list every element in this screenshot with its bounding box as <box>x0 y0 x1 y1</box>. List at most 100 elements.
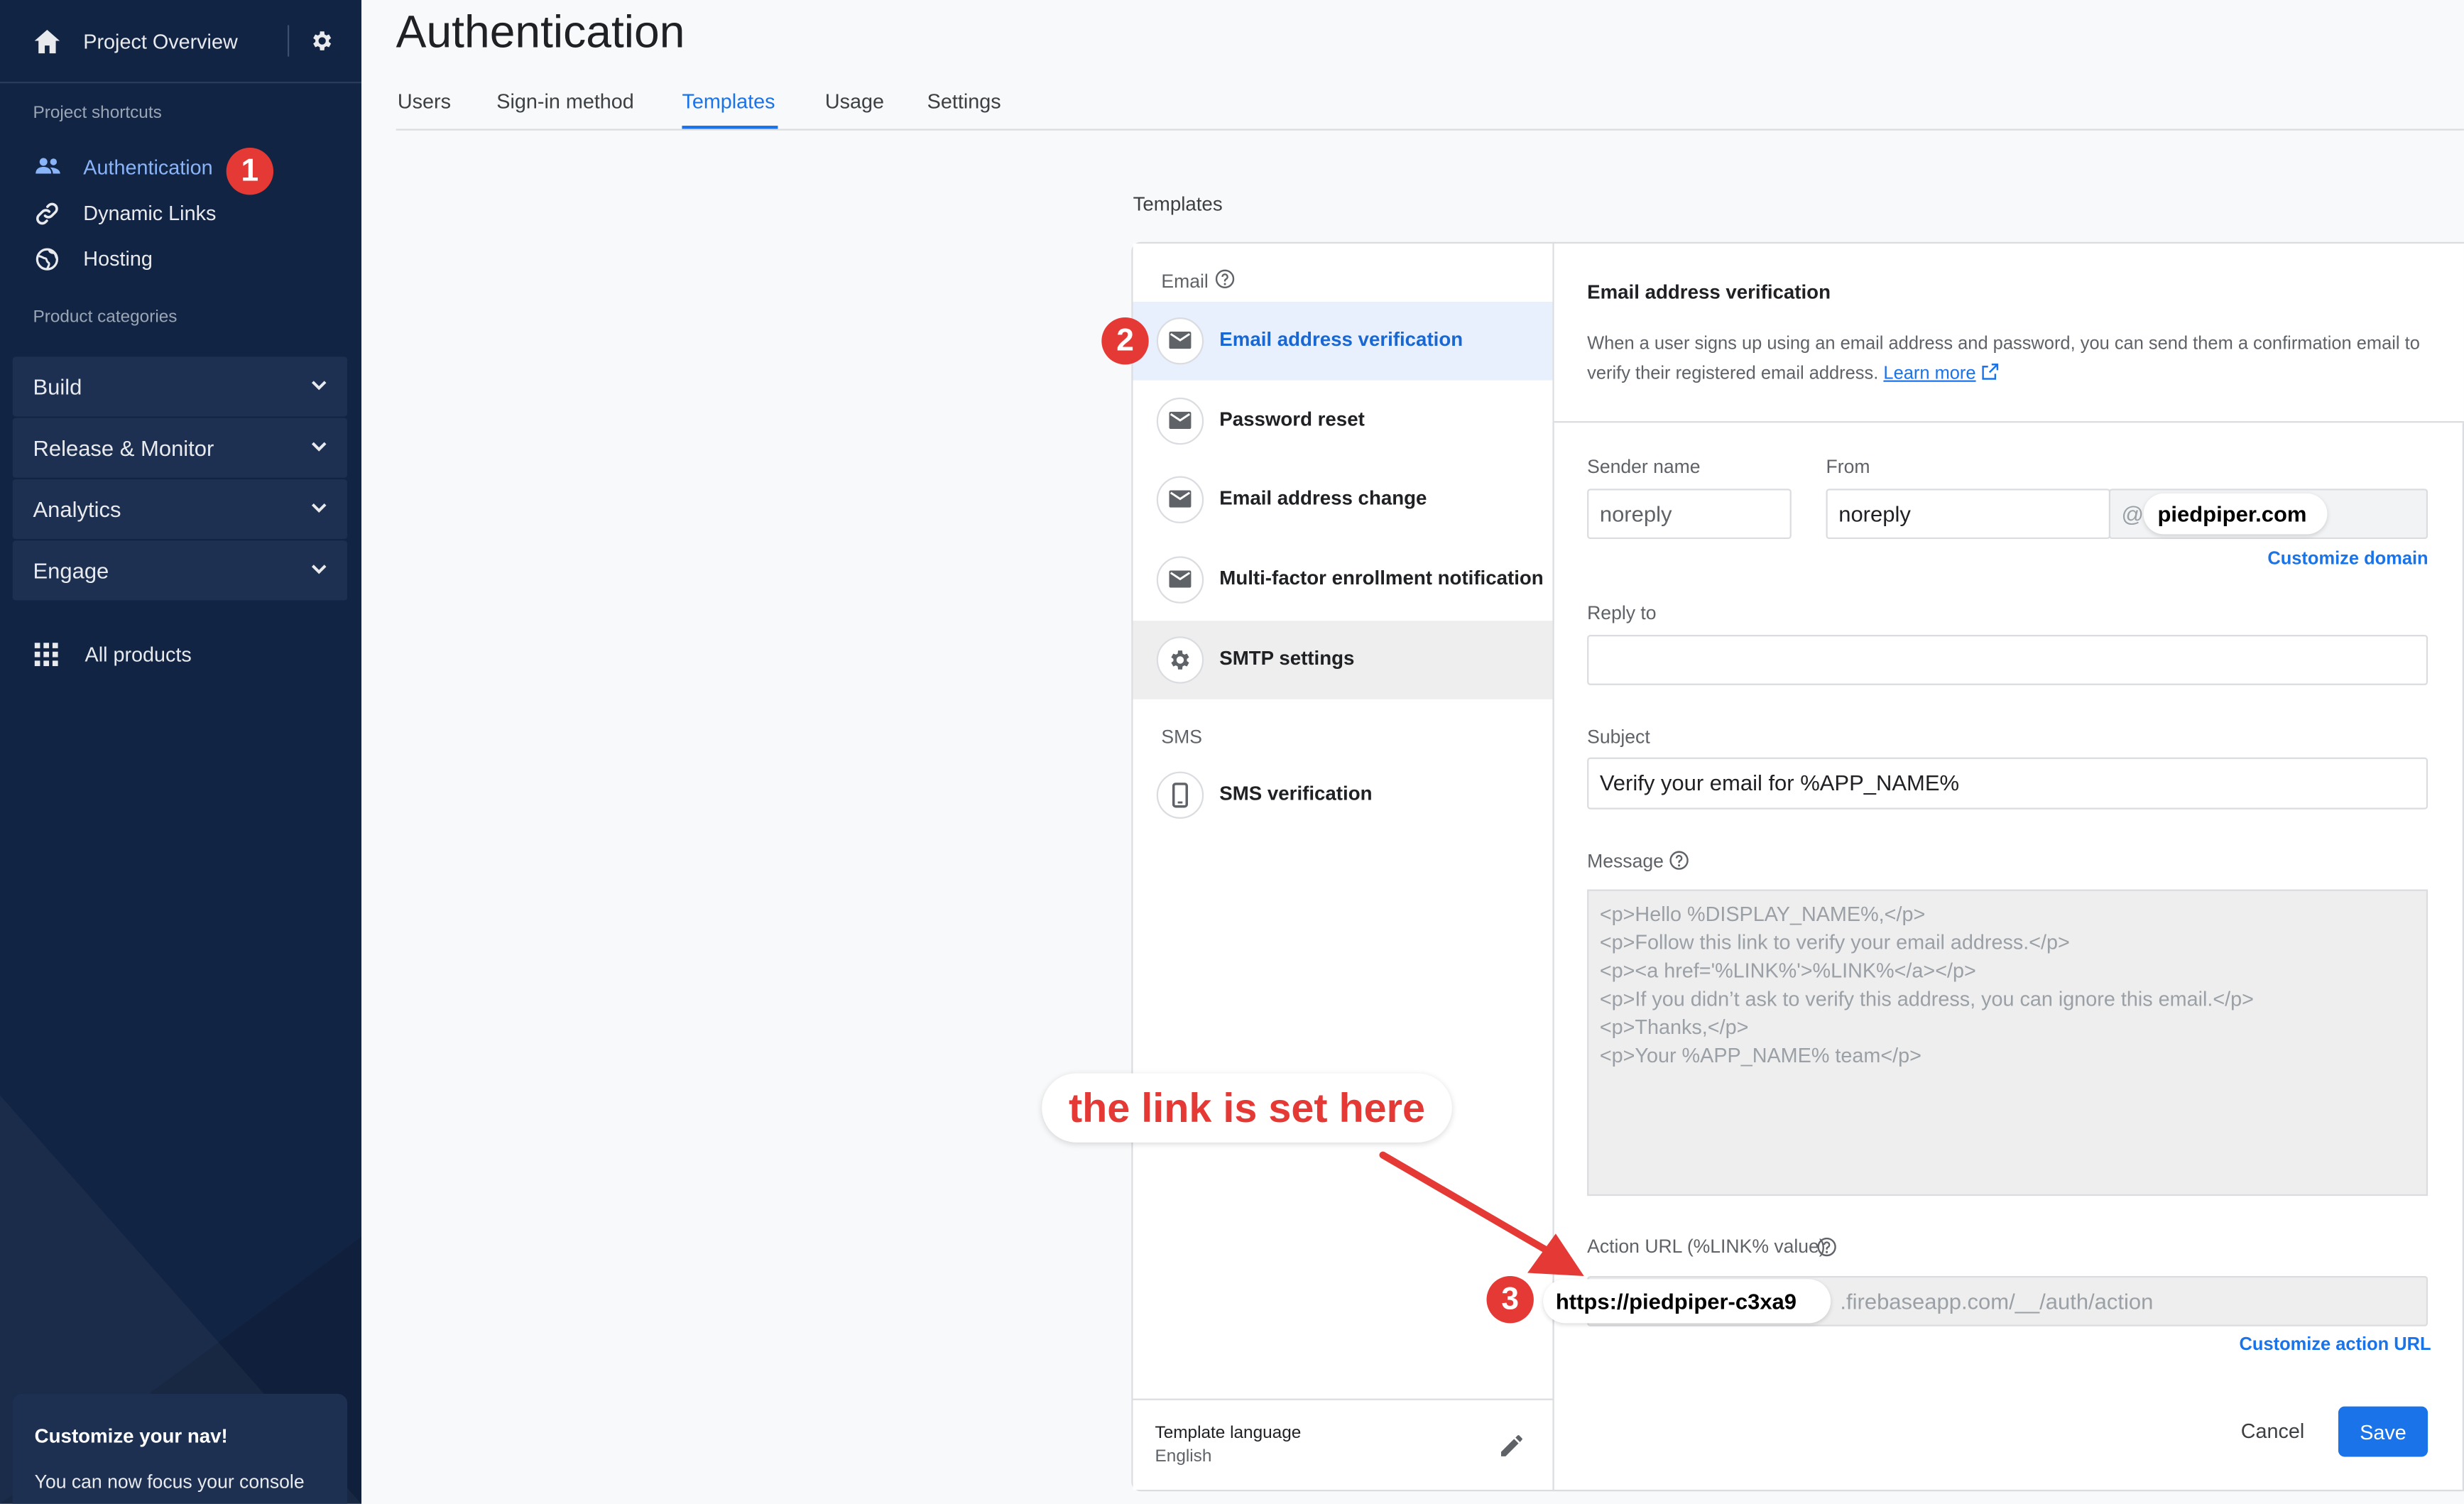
sidebar-item-label: Authentication <box>83 156 213 180</box>
message-line: <p>If you didn’t ask to verify this addr… <box>1599 986 2254 1010</box>
home-icon[interactable] <box>34 30 60 54</box>
category-engage[interactable]: Engage <box>12 540 348 601</box>
mail-icon <box>1169 331 1192 349</box>
help-icon[interactable] <box>1215 268 1236 289</box>
sidebar-item-dynamic-links[interactable]: Dynamic Links <box>0 193 361 234</box>
page-title: Authentication <box>396 8 685 58</box>
from-input[interactable]: noreply <box>1826 489 2111 540</box>
category-analytics[interactable]: Analytics <box>12 479 348 540</box>
sidebar-item-label: Hosting <box>83 246 153 271</box>
annotation-arrow <box>1379 1151 1584 1276</box>
icon-circle <box>1156 397 1204 445</box>
sidebar-item-authentication[interactable]: Authentication <box>0 148 361 189</box>
project-header: Project Overview <box>0 0 361 84</box>
link-icon <box>36 202 58 225</box>
globe-icon <box>36 248 59 271</box>
template-label: SMS verification <box>1219 783 1373 805</box>
sender-name-input[interactable]: noreply <box>1587 489 1792 540</box>
tab-settings[interactable]: Settings <box>927 89 1001 113</box>
shortcuts-caption: Project shortcuts <box>33 104 162 123</box>
edit-pencil-icon[interactable] <box>1498 1432 1526 1460</box>
customize-action-url-link[interactable]: Customize action URL <box>2240 1336 2431 1355</box>
learn-more-link[interactable]: Learn more <box>1883 364 1975 383</box>
all-products-label: All products <box>85 643 192 667</box>
tab-usage[interactable]: Usage <box>825 89 884 113</box>
description-text: When a user signs up using an email addr… <box>1587 334 2420 383</box>
callout-text: the link is set here <box>1068 1084 1426 1132</box>
template-password-reset[interactable]: Password reset <box>1133 382 1553 461</box>
detail-header: Email address verification When a user s… <box>1554 244 2464 423</box>
template-email-verification[interactable]: Email address verification <box>1133 301 1553 381</box>
tab-users[interactable]: Users <box>398 89 451 113</box>
save-button[interactable]: Save <box>2338 1406 2428 1457</box>
template-mfa-enrollment[interactable]: Multi-factor enrollment notification <box>1133 540 1553 619</box>
template-label: Email address verification <box>1219 328 1463 351</box>
categories-caption: Product categories <box>33 307 178 327</box>
subject-label: Subject <box>1587 726 1650 748</box>
chevron-down-icon <box>311 381 327 391</box>
tab-templates[interactable]: Templates <box>682 89 775 113</box>
annotation-callout: the link is set here <box>1042 1073 1452 1143</box>
sidebar: Project Overview Project shortcuts Authe… <box>0 0 361 1504</box>
action-url-label: Action URL (%LINK% value) <box>1587 1235 1826 1258</box>
cancel-button[interactable]: Cancel <box>2241 1419 2305 1442</box>
annotation-badge-1: 1 <box>226 148 274 195</box>
action-url-prefix: https://piedpiper-c3xa9 <box>1555 1288 1797 1314</box>
mail-icon <box>1169 570 1192 588</box>
message-line: <p>Your %APP_NAME% team</p> <box>1599 1043 1921 1067</box>
gear-icon[interactable] <box>310 28 334 53</box>
category-build[interactable]: Build <box>12 356 348 417</box>
template-sms-verification[interactable]: SMS verification <box>1133 756 1553 834</box>
icon-circle <box>1156 476 1204 523</box>
template-label: Multi-factor enrollment notification <box>1219 567 1544 589</box>
template-smtp-settings[interactable]: SMTP settings <box>1133 621 1553 699</box>
message-line: <p><a href='%LINK%'>%LINK%</a></p> <box>1599 958 1976 983</box>
chevron-down-icon <box>311 442 327 452</box>
canvas: Project Overview Project shortcuts Authe… <box>0 0 2464 1504</box>
detail-title: Email address verification <box>1587 281 1831 304</box>
template-label: Email address change <box>1219 487 1427 510</box>
all-products-link[interactable]: All products <box>0 635 361 676</box>
reply-to-input[interactable] <box>1587 635 2428 685</box>
sidebar-item-hosting[interactable]: Hosting <box>0 239 361 280</box>
icon-circle <box>1156 771 1204 819</box>
mail-icon <box>1169 411 1192 430</box>
template-email-change[interactable]: Email address change <box>1133 460 1553 539</box>
message-line: <p>Thanks,</p> <box>1599 1015 1749 1039</box>
apps-grid-icon <box>34 643 58 667</box>
category-release-monitor[interactable]: Release & Monitor <box>12 418 348 478</box>
language-divider <box>1133 1398 1553 1400</box>
reply-to-label: Reply to <box>1587 601 1657 624</box>
icon-circle <box>1156 556 1204 604</box>
template-language-value: English <box>1155 1447 1212 1466</box>
subject-input[interactable]: Verify your email for %APP_NAME% <box>1587 757 2428 810</box>
category-label: Build <box>33 374 82 400</box>
category-label: Analytics <box>33 496 121 522</box>
message-textarea[interactable]: <p>Hello %DISPLAY_NAME%,</p> <p>Follow t… <box>1587 889 2428 1197</box>
category-label: Release & Monitor <box>33 435 214 461</box>
customize-title: Customize your nav! <box>34 1425 228 1448</box>
message-label: Message <box>1587 850 1664 873</box>
at-sign: @ <box>2121 501 2144 527</box>
customize-nav-card: Customize your nav! You can now focus yo… <box>12 1393 348 1504</box>
customize-domain-link[interactable]: Customize domain <box>2267 550 2428 570</box>
templates-section-title: Templates <box>1133 193 1223 216</box>
annotation-badge-2: 2 <box>1101 317 1149 365</box>
help-icon[interactable] <box>1669 850 1689 871</box>
project-overview-link[interactable]: Project Overview <box>83 30 237 53</box>
external-link-icon[interactable] <box>1981 363 1998 380</box>
tab-divider <box>396 129 2464 131</box>
tab-sign-in-method[interactable]: Sign-in method <box>496 89 634 113</box>
sms-group-label: SMS <box>1161 726 1202 748</box>
category-label: Engage <box>33 557 109 584</box>
chevron-down-icon <box>311 503 327 513</box>
from-label: From <box>1826 455 1870 478</box>
save-button-label: Save <box>2360 1420 2406 1444</box>
gear-icon <box>1171 650 1189 670</box>
template-label: SMTP settings <box>1219 647 1355 670</box>
customize-text: You can now focus your console <box>34 1471 305 1493</box>
email-group-label: Email <box>1161 270 1209 293</box>
icon-circle <box>1156 636 1204 684</box>
from-domain-value: piedpiper.com <box>2157 501 2307 527</box>
help-icon[interactable] <box>1816 1237 1837 1258</box>
